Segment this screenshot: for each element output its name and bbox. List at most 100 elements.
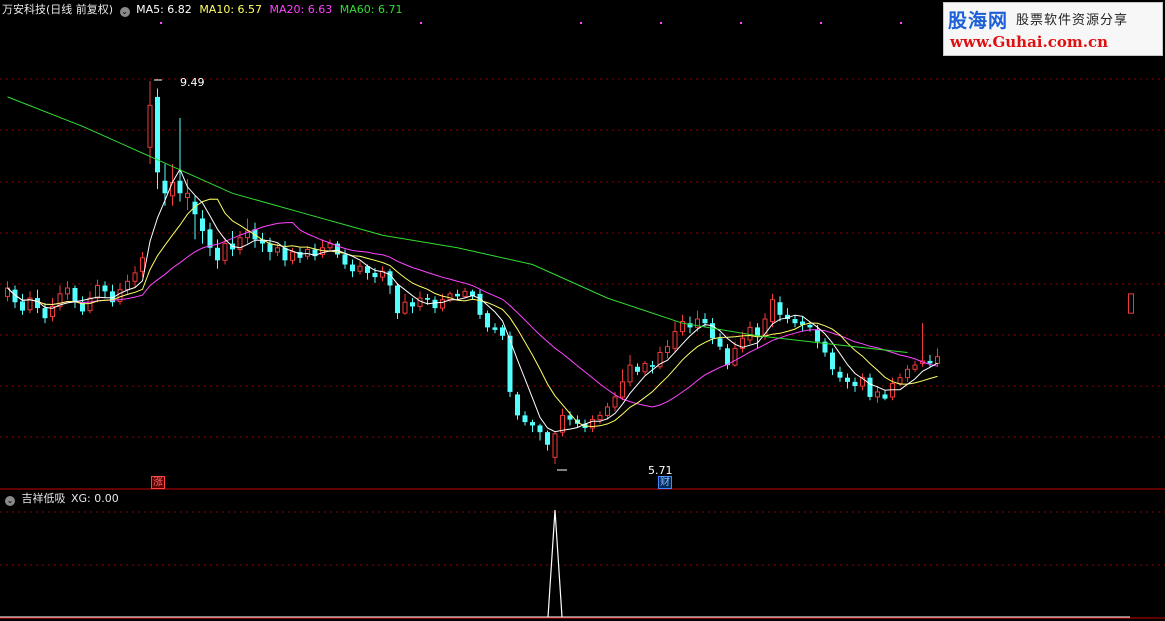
- candle-body-73: [552, 433, 558, 458]
- high-price-label: 9.49: [180, 76, 205, 89]
- candle-body-55: [417, 297, 423, 307]
- candle-body-80: [605, 406, 610, 416]
- candle-body-16: [125, 280, 130, 291]
- ma10-value: MA10: 6.57: [199, 3, 263, 16]
- candle-body-23: [177, 180, 183, 194]
- candle-body-65: [492, 327, 498, 330]
- candle-body-110: [830, 352, 835, 370]
- event-marker-cai[interactable]: 财: [658, 476, 672, 489]
- candle-body-26: [200, 218, 205, 232]
- candle-body-72: [545, 432, 550, 445]
- candle-body-18: [140, 257, 145, 272]
- indicator-value: XG: 0.00: [71, 492, 119, 505]
- indicator-pane: [0, 22, 1130, 618]
- top-signal-dot-2: [580, 22, 582, 24]
- indicator-pane-header: ⌄ 吉祥低吸 XG: 0.00: [2, 492, 119, 506]
- stock-chart: 9.49 5.71: [0, 22, 1165, 619]
- top-signal-dot-4: [740, 22, 742, 24]
- candle-body-12: [95, 284, 100, 299]
- candle-body-121: [912, 364, 918, 370]
- candle-body-100: [755, 327, 760, 336]
- candle-body-111: [837, 371, 843, 378]
- top-signal-dot-0: [160, 22, 162, 24]
- candle-body-88: [665, 346, 670, 354]
- candle-body-38: [290, 251, 295, 261]
- candle-body-97: [732, 347, 738, 366]
- candle-body-102: [770, 299, 775, 323]
- event-marker-zhang[interactable]: 涨: [151, 476, 165, 489]
- candle-body-63: [477, 293, 483, 315]
- candle-body-95: [717, 338, 723, 347]
- candle-body-120: [905, 368, 910, 379]
- watermark-brand: 股海网: [948, 10, 1009, 32]
- candle-body-40: [305, 248, 310, 257]
- stock-title: 万安科技(日线 前复权): [2, 3, 114, 16]
- price-annotations: 9.49 5.71: [154, 76, 673, 477]
- candle-body-51: [387, 271, 393, 286]
- candle-body-84: [635, 366, 640, 372]
- candle-body-61: [462, 290, 468, 297]
- moving-average-lines: [7, 96, 938, 433]
- candle-body-52: [395, 285, 400, 314]
- candle-body-9: [72, 288, 78, 303]
- candle-body-116: [875, 391, 880, 398]
- candle-body-108: [815, 329, 820, 342]
- candle-body-113: [852, 381, 858, 387]
- indicator-name: 吉祥低吸: [21, 492, 66, 505]
- candle-body-117: [882, 394, 888, 399]
- ma5-value: MA5: 6.82: [136, 3, 192, 16]
- candle-body-43: [327, 243, 333, 249]
- candle-body-83: [627, 364, 633, 383]
- candle-body-112: [845, 377, 850, 382]
- candle-body-64: [485, 313, 490, 328]
- candle-body-107: [807, 324, 813, 328]
- candle-body-46: [350, 264, 355, 272]
- candle-body-28: [215, 247, 220, 261]
- candle-body-93: [702, 319, 708, 324]
- candle-body-5: [42, 308, 48, 319]
- candle-body-82: [620, 381, 625, 398]
- candle-body-54: [410, 302, 415, 307]
- candle-body-59: [447, 293, 453, 301]
- watermark-tagline: 股票软件资源分享: [1016, 13, 1129, 28]
- indicator-settings-icon[interactable]: ⌄: [5, 496, 15, 506]
- pane-settings-icon[interactable]: ⌄: [119, 7, 130, 17]
- indicator-signal-spike: [547, 509, 563, 618]
- candle-body-79: [597, 414, 603, 421]
- candle-body-57: [432, 299, 438, 309]
- candle-body-115: [867, 377, 873, 397]
- watermark-url: www.Guhai.com.cn: [950, 33, 1108, 51]
- candlesticks: [5, 81, 1134, 464]
- candle-body-2: [20, 301, 25, 311]
- candle-body-13: [102, 285, 108, 292]
- candle-body-58: [440, 299, 445, 309]
- candle-body-123: [927, 360, 933, 364]
- top-signal-dot-6: [900, 22, 902, 24]
- top-signal-dot-1: [420, 22, 422, 24]
- candle-body-19: [147, 104, 153, 148]
- extra-candle-body: [1128, 293, 1134, 314]
- candle-body-86: [650, 365, 655, 367]
- candle-body-103: [777, 302, 783, 315]
- candle-body-11: [87, 297, 93, 312]
- candle-body-96: [725, 348, 730, 366]
- candle-body-85: [642, 362, 648, 373]
- ma60-value: MA60: 6.71: [339, 3, 403, 16]
- candle-body-89: [672, 331, 678, 349]
- candle-body-71: [537, 425, 543, 433]
- candle-body-35: [267, 243, 273, 252]
- candle-body-66: [500, 327, 505, 336]
- candle-body-47: [357, 265, 363, 272]
- candle-body-17: [132, 272, 138, 282]
- candle-body-36: [275, 247, 280, 253]
- candle-body-105: [792, 319, 798, 324]
- candle-body-53: [402, 301, 408, 314]
- candle-body-99: [747, 326, 753, 341]
- candle-body-60: [455, 293, 460, 297]
- ma20-line: [7, 221, 938, 408]
- top-signal-dot-5: [820, 22, 822, 24]
- candle-body-68: [515, 394, 520, 416]
- candle-body-21: [162, 180, 168, 194]
- candle-body-45: [342, 254, 348, 265]
- candle-body-8: [65, 287, 70, 295]
